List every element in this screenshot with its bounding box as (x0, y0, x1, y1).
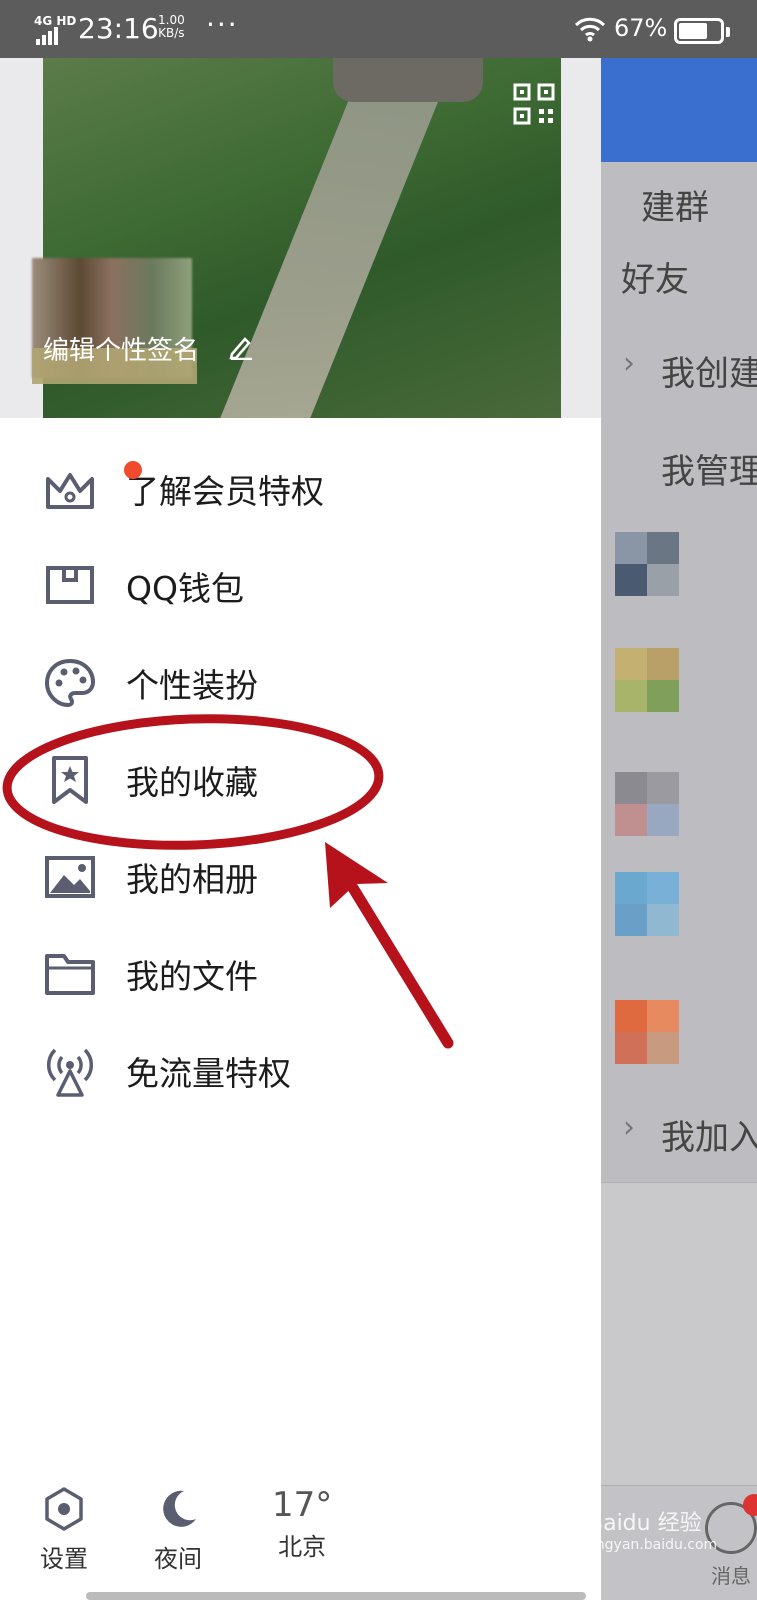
bg-group-item (601, 858, 757, 971)
home-indicator[interactable] (86, 1592, 586, 1600)
bg-row-joined: › 我加入 (601, 1082, 757, 1183)
menu-item-label: 我的收藏 (126, 762, 258, 802)
chevron-right-icon: › (623, 346, 635, 381)
wifi-icon (574, 17, 606, 42)
drawer-menu: 了解会员特权 QQ钱包 个性装扮 我的收藏 我的相册 我的文件 免流量特权 (0, 440, 601, 1119)
settings-button[interactable]: 设置 (40, 1485, 88, 1574)
notification-dot (124, 460, 142, 479)
menu-item-label: 了解会员特权 (126, 471, 324, 511)
more-notifications-icon: ··· (206, 8, 239, 41)
bg-row-create-group: 建群 (601, 162, 757, 243)
signature-text[interactable]: 编辑个性签名 (43, 330, 199, 367)
battery-icon (674, 18, 730, 44)
pencil-icon[interactable] (228, 334, 254, 360)
temperature: 17° (272, 1485, 333, 1525)
bg-group-item (601, 634, 757, 747)
settings-label: 设置 (40, 1545, 88, 1573)
bg-row-friends: 好友 (601, 242, 757, 323)
album-icon (45, 855, 95, 898)
menu-item-my-favorites[interactable]: 我的收藏 (0, 731, 601, 828)
bg-group-item (601, 970, 757, 1083)
menu-item-label: 个性装扮 (126, 665, 258, 705)
menu-item-label: QQ钱包 (126, 568, 244, 608)
side-drawer: 编辑个性签名 了解会员特权 QQ钱包 个性装扮 我的收藏 我的相册 我的文件 免… (0, 0, 601, 1600)
settings-hexagon-icon (45, 1487, 83, 1531)
city-label: 北京 (278, 1533, 327, 1561)
qr-code-icon[interactable] (513, 83, 555, 125)
status-bar: 4G HD 23:16 1.00 KB/s ··· 67% (0, 0, 757, 58)
menu-item-my-album[interactable]: 我的相册 (0, 828, 601, 925)
menu-item-label: 我的相册 (126, 859, 258, 899)
menu-item-label: 免流量特权 (126, 1053, 291, 1093)
clock: 23:16 (78, 12, 159, 45)
watermark: Baidu 经验 jingyan.baidu.com (588, 1511, 718, 1553)
menu-item-label: 我的文件 (126, 956, 258, 996)
weather-widget[interactable]: 17° 北京 (272, 1485, 332, 1562)
night-mode-button[interactable]: 夜间 (154, 1485, 202, 1574)
menu-item-personalization[interactable]: 个性装扮 (0, 634, 601, 731)
palette-icon (44, 658, 96, 707)
night-mode-label: 夜间 (154, 1545, 202, 1573)
moon-icon (163, 1490, 196, 1527)
crown-icon (46, 472, 94, 509)
menu-item-vip-privileges[interactable]: 了解会员特权 (0, 440, 601, 537)
bg-group-item (601, 522, 757, 635)
bg-group-item (601, 746, 757, 859)
menu-item-my-files[interactable]: 我的文件 (0, 925, 601, 1022)
bookmark-star-icon (52, 755, 88, 804)
network-speed: 1.00 KB/s (158, 13, 185, 40)
folder-icon (45, 953, 95, 995)
tab-messages-label: 消息 (711, 1564, 751, 1588)
broadcast-icon (47, 1048, 93, 1097)
signal-icon (36, 26, 60, 45)
bg-row-created: › 我创建 (601, 322, 757, 413)
wallet-icon (46, 565, 94, 604)
menu-item-free-data[interactable]: 免流量特权 (0, 1022, 601, 1119)
chevron-right-icon: › (623, 1110, 635, 1145)
menu-item-qq-wallet[interactable]: QQ钱包 (0, 537, 601, 634)
background-contacts-panel: 建群 好友 › 我创建 我管理 › 我加入 消息 (601, 0, 757, 1600)
profile-header: 编辑个性签名 (0, 58, 601, 418)
bg-row-managed: 我管理 (601, 412, 757, 523)
drawer-footer: 设置 夜间 17° 北京 (0, 1485, 601, 1600)
battery-percent: 67% (614, 14, 668, 42)
